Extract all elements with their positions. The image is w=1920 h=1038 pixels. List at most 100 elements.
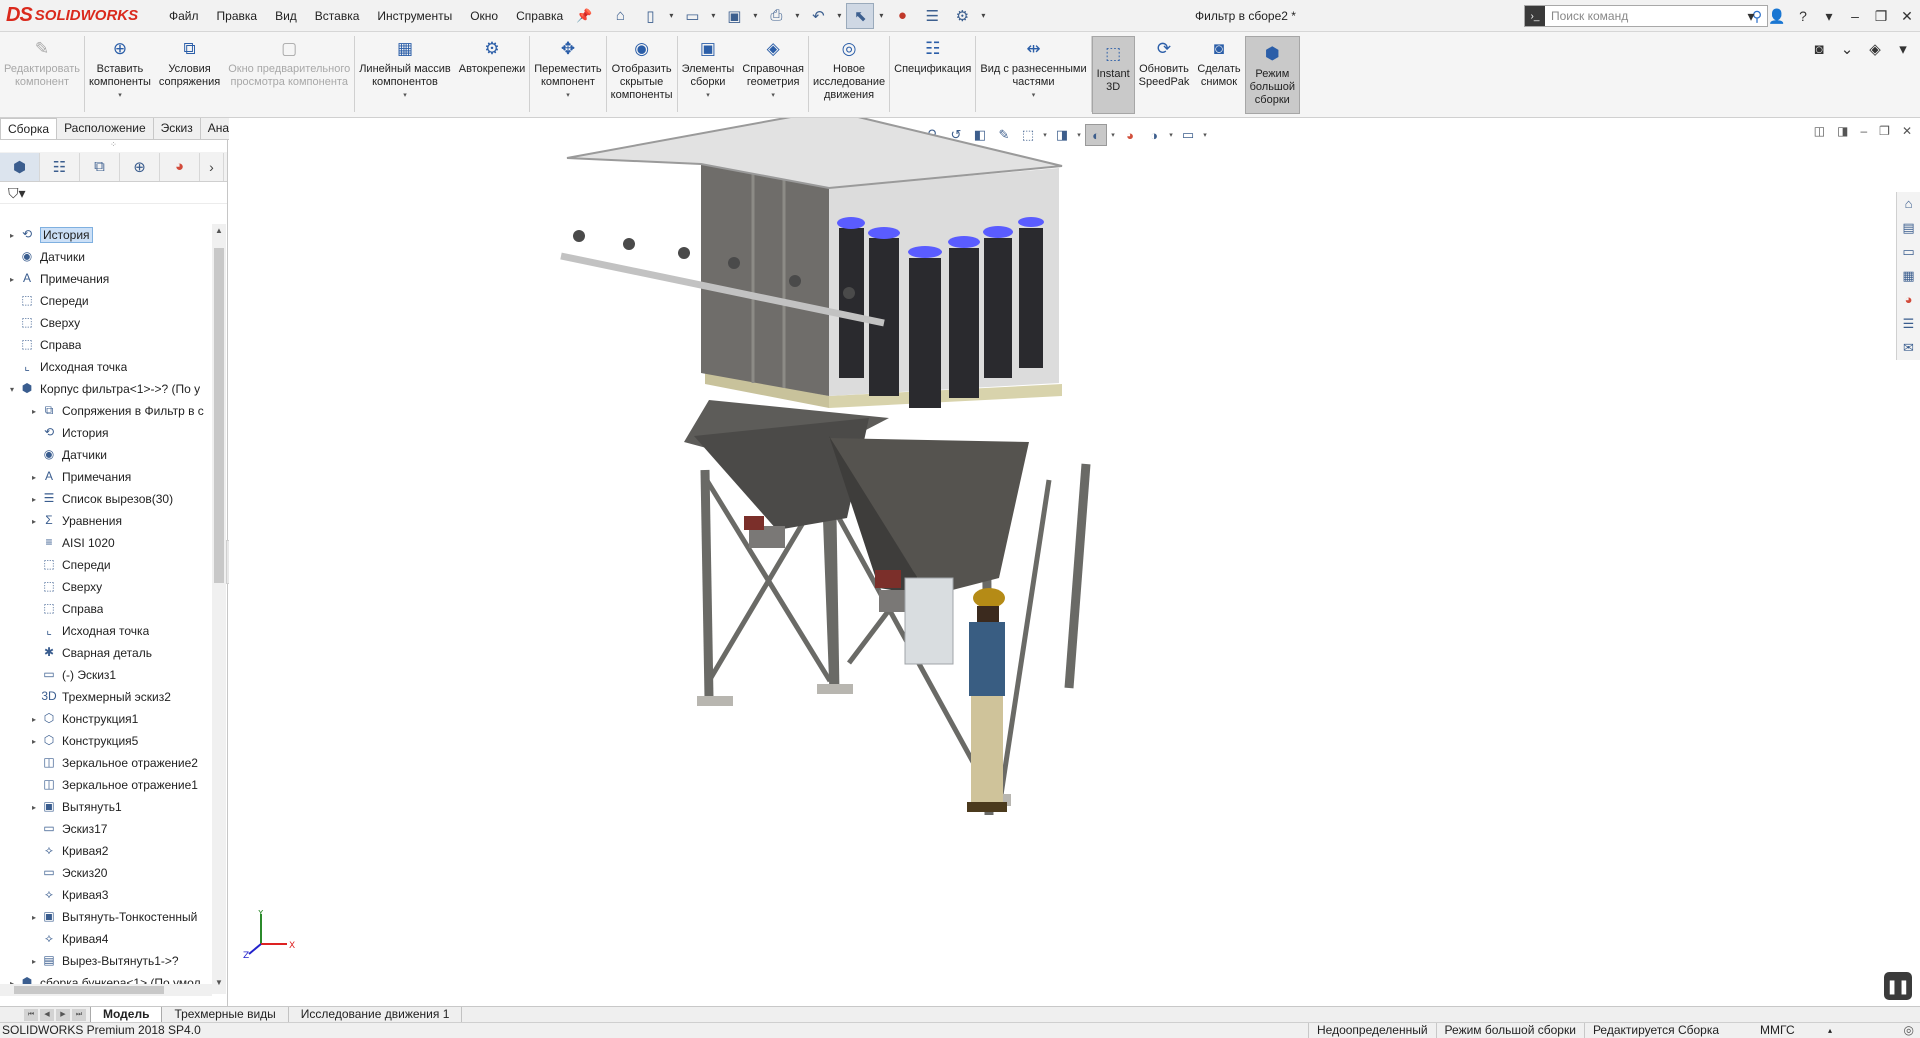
ribbon-button-edit-component[interactable]: ✎ Редактировать компонент — [0, 32, 84, 116]
tree-node[interactable]: ▭ Эскиз17 — [0, 818, 212, 840]
menu-item-0[interactable]: Файл — [160, 0, 208, 32]
ribbon-dropdown-icon[interactable]: ▾ — [1032, 91, 1036, 99]
bottom-tab-1[interactable]: Трехмерные виды — [162, 1006, 289, 1023]
tree-node[interactable]: ⌞ Исходная точка — [0, 356, 212, 378]
tree-node[interactable]: ◫ Зеркальное отражение2 — [0, 752, 212, 774]
select-dropdown-icon[interactable]: ▾ — [876, 11, 886, 20]
ribbon-button-component-preview[interactable]: ▢ Окно предварительного просмотра компоне… — [224, 32, 354, 116]
home-icon[interactable]: ⌂ — [606, 3, 634, 29]
next-tab-icon[interactable]: ▶ — [56, 1008, 70, 1021]
property-manager-tab-icon[interactable]: ☷ — [40, 152, 80, 181]
scroll-up-icon[interactable]: ▲ — [212, 226, 226, 240]
prev-tab-icon[interactable]: ◀ — [40, 1008, 54, 1021]
command-search[interactable]: ›_ Поиск команд ⚲ — [1524, 5, 1768, 27]
tree-node[interactable]: ⬚ Справа — [0, 598, 212, 620]
tree-node[interactable]: ▸ Σ Уравнения — [0, 510, 212, 532]
help-dropdown-icon[interactable]: ▾ — [1816, 8, 1842, 25]
tree-node[interactable]: ▸ ⧉ Сопряжения в Фильтр в с — [0, 400, 212, 422]
tree-vertical-scrollbar[interactable]: ▲ ▼ — [212, 224, 226, 994]
select-cursor-icon[interactable]: ⬉ — [846, 2, 875, 29]
ribbon-button-reference-geometry[interactable]: ◈ Справочная геометрия ▾ — [738, 32, 808, 116]
view-palette-icon[interactable]: ▦ — [1897, 264, 1920, 288]
expand-arrow-icon[interactable]: ▸ — [28, 407, 40, 416]
tree-horizontal-scrollbar[interactable] — [0, 984, 212, 996]
ribbon-button-snapshot[interactable]: ◙ Сделать снимок — [1193, 32, 1244, 116]
tree-node[interactable]: ⬚ Спереди — [0, 554, 212, 576]
ribbon-button-smart-fasteners[interactable]: ⚙ Автокрепежи — [455, 32, 529, 116]
minimize-icon[interactable]: – — [1842, 8, 1868, 24]
expand-arrow-icon[interactable]: ▸ — [6, 231, 18, 240]
tree-node[interactable]: ◉ Датчики — [0, 246, 212, 268]
open-dropdown-icon[interactable]: ▾ — [708, 11, 718, 20]
new-dropdown-icon[interactable]: ▾ — [666, 11, 676, 20]
design-library-icon[interactable]: ▤ — [1897, 216, 1920, 240]
ribbon-button-instant-3d[interactable]: ⬚ Instant 3D — [1091, 36, 1135, 114]
scroll-thumb[interactable] — [214, 248, 224, 583]
ribbon-button-exploded-view[interactable]: ⇹ Вид с разнесенными частями ▾ — [976, 32, 1090, 116]
search-dropdown-icon[interactable]: ▾ — [1738, 8, 1764, 25]
menu-item-2[interactable]: Вид — [266, 0, 306, 32]
options-gear-icon[interactable]: ⚙ — [948, 3, 976, 29]
undo-icon[interactable]: ↶ — [804, 3, 832, 29]
print-dropdown-icon[interactable]: ▾ — [792, 11, 802, 20]
new-document-icon[interactable]: ▯ — [636, 3, 664, 29]
solidworks-logo[interactable]: DS SOLIDWORKS — [0, 0, 160, 32]
expand-ribbon-icon[interactable]: ⌄ — [1836, 40, 1858, 58]
ribbon-button-insert-components[interactable]: ⊕ Вставить компоненты ▾ — [85, 32, 155, 116]
ribbon-button-assembly-features[interactable]: ▣ Элементы сборки ▾ — [678, 32, 739, 116]
units-selector[interactable]: ММГС — [1760, 1023, 1795, 1038]
search-input[interactable]: Поиск команд — [1545, 9, 1747, 23]
tree-node[interactable]: ✱ Сварная деталь — [0, 642, 212, 664]
tree-node[interactable]: ▭ Эскиз20 — [0, 862, 212, 884]
hscroll-thumb[interactable] — [14, 986, 164, 994]
tree-node[interactable]: ▸ ☰ Список вырезов(30) — [0, 488, 212, 510]
open-folder-icon[interactable]: ▭ — [678, 3, 706, 29]
undo-dropdown-icon[interactable]: ▾ — [834, 11, 844, 20]
menu-item-1[interactable]: Правка — [208, 0, 267, 32]
ribbon-button-large-assembly[interactable]: ⬢ Режим большой сборки — [1244, 36, 1301, 114]
command-tab-0[interactable]: Сборка — [0, 118, 58, 139]
panel-grip[interactable]: ⁘ — [0, 140, 227, 152]
file-explorer-icon[interactable]: ▭ — [1897, 240, 1920, 264]
expand-arrow-icon[interactable]: ▸ — [6, 275, 18, 284]
expand-arrow-icon[interactable]: ▸ — [28, 737, 40, 746]
bottom-tab-0[interactable]: Модель — [90, 1006, 163, 1023]
tree-node[interactable]: ▸ A Примечания — [0, 466, 212, 488]
file-properties-icon[interactable]: ☰ — [918, 3, 946, 29]
tree-node[interactable]: ▸ ⟲ История — [0, 224, 212, 246]
units-dropdown-icon[interactable]: ▴ — [1828, 1023, 1832, 1038]
ribbon-button-speedpak[interactable]: ⟳ Обновить SpeedPak — [1135, 32, 1194, 116]
view-settings-icon[interactable]: ◈ — [1864, 40, 1886, 58]
tree-node[interactable]: ▸ ▤ Вырез-Вытянуть1->? — [0, 950, 212, 972]
tree-filter-icon[interactable]: ⛉▾ — [0, 182, 227, 204]
appearances-icon[interactable]: ◕ — [1897, 288, 1920, 312]
command-tab-2[interactable]: Эскиз — [154, 118, 201, 139]
menu-item-3[interactable]: Вставка — [306, 0, 369, 32]
expand-arrow-icon[interactable]: ▸ — [28, 715, 40, 724]
tree-node[interactable]: ⟡ Кривая3 — [0, 884, 212, 906]
print-icon[interactable]: ⎙ — [762, 3, 790, 29]
tree-node[interactable]: ▾ ⬢ Корпус фильтра<1>->? (По у — [0, 378, 212, 400]
collapse-arrow-icon[interactable]: ▾ — [6, 385, 18, 394]
expand-arrow-icon[interactable]: ▸ — [28, 517, 40, 526]
expand-arrow-icon[interactable]: ▸ — [28, 495, 40, 504]
camera-icon[interactable]: ◙ — [1808, 41, 1830, 58]
expand-arrow-icon[interactable]: ▸ — [28, 473, 40, 482]
ribbon-button-linear-pattern[interactable]: ▦ Линейный массив компонентов ▾ — [355, 32, 455, 116]
tree-node[interactable]: ⬚ Спереди — [0, 290, 212, 312]
tree-node[interactable]: ⬚ Сверху — [0, 576, 212, 598]
tree-node[interactable]: ⟲ История — [0, 422, 212, 444]
save-icon[interactable]: ▣ — [720, 3, 748, 29]
save-dropdown-icon[interactable]: ▾ — [750, 11, 760, 20]
dimxpert-tab-icon[interactable]: ⊕ — [120, 152, 160, 181]
options-dropdown-icon[interactable]: ▾ — [978, 11, 988, 20]
command-tab-1[interactable]: Расположение — [57, 118, 154, 139]
user-icon[interactable]: 👤 — [1764, 8, 1790, 25]
tree-node[interactable]: ⬚ Справа — [0, 334, 212, 356]
ribbon-dropdown-icon[interactable]: ▾ — [118, 91, 122, 99]
rebuild-traffic-light-icon[interactable]: ● — [888, 3, 916, 29]
quick-tips-icon[interactable]: ◎ — [1904, 1023, 1914, 1038]
tree-node[interactable]: ⬚ Сверху — [0, 312, 212, 334]
ribbon-button-bom[interactable]: ☷ Спецификация — [890, 32, 975, 116]
menu-item-5[interactable]: Окно — [461, 0, 507, 32]
